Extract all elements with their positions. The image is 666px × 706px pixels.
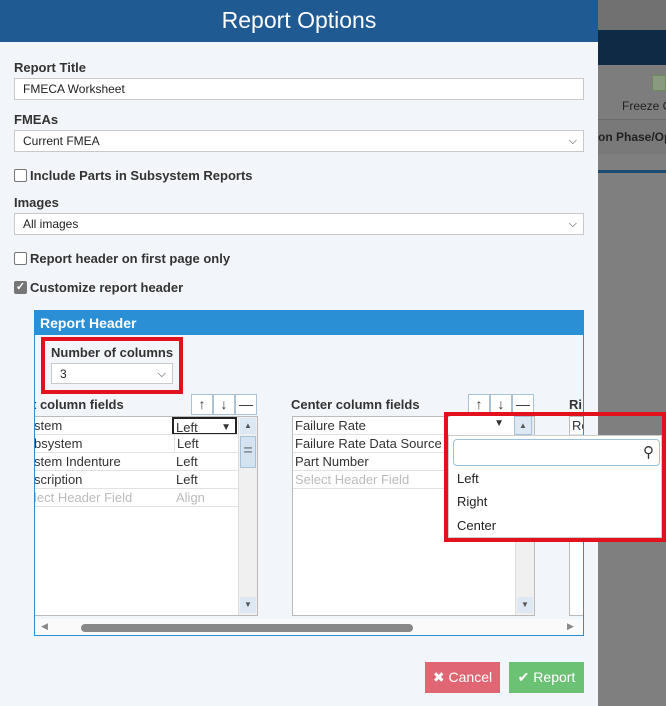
search-icon: ⚲	[643, 444, 654, 461]
checkmark-icon: ✓	[14, 281, 27, 294]
background-column-header: on Phase/Op	[598, 120, 666, 154]
background-divider	[598, 170, 666, 173]
header-first-page-checkbox[interactable]: Report header on first page only	[14, 251, 230, 266]
report-title-label: Report Title	[14, 60, 86, 75]
align-select[interactable]: Left ▼	[172, 417, 237, 435]
field-cell: Failure Rate Data Source	[295, 436, 442, 451]
field-placeholder: Select Header Field	[295, 472, 410, 487]
table-row[interactable]: stem Indenture Left	[34, 453, 239, 471]
left-column-label: t column fields	[34, 397, 124, 412]
align-cell[interactable]: Left	[174, 453, 198, 470]
fmeas-value: Current FMEA	[23, 134, 100, 148]
option-left[interactable]: Left	[457, 471, 479, 486]
cancel-label: Cancel	[448, 669, 493, 685]
table-row[interactable]: bsystem Left	[34, 435, 239, 453]
scroll-up-icon[interactable]: ▲	[240, 418, 256, 434]
left-column-table: stem Left ▼ bsystem Left stem Indenture Left…	[34, 416, 258, 616]
scroll-down-icon[interactable]: ▼	[517, 597, 533, 613]
scroll-thumb[interactable]: =	[240, 436, 256, 468]
option-center[interactable]: Center	[457, 518, 496, 533]
check-icon: ✔	[517, 669, 530, 685]
align-select-active[interactable]: ▼	[450, 416, 516, 435]
center-column-label: Center column fields	[291, 397, 420, 412]
field-cell: scription	[34, 472, 83, 487]
dropdown-arrow-icon: ▼	[494, 418, 504, 429]
freeze-icon	[652, 75, 666, 91]
report-title-input[interactable]: FMECA Worksheet	[14, 78, 584, 100]
background-app	[598, 0, 666, 30]
remove-button[interactable]: —	[235, 394, 257, 415]
report-button[interactable]: ✔ Report	[509, 662, 584, 693]
chevron-down-icon: ⌵	[568, 218, 577, 230]
field-cell: stem	[34, 418, 63, 433]
images-value: All images	[23, 217, 79, 231]
include-parts-label: Include Parts in Subsystem Reports	[30, 168, 253, 183]
table-row-placeholder[interactable]: lect Header Field Align	[34, 489, 239, 507]
scroll-down-icon[interactable]: ▼	[240, 597, 256, 613]
fmeas-label: FMEAs	[14, 112, 59, 127]
move-down-button[interactable]: ↓	[213, 394, 235, 415]
align-cell[interactable]: Left	[174, 471, 198, 488]
report-options-dialog: Report Options Report Title FMECA Worksh…	[0, 0, 598, 706]
scroll-left-icon[interactable]: ◀	[41, 621, 48, 632]
dropdown-arrow-icon: ▼	[221, 422, 231, 433]
background-navbar	[598, 30, 666, 65]
customize-header-label: Customize report header	[30, 280, 184, 295]
images-select[interactable]: All images ⌵	[14, 213, 584, 235]
close-icon: ✖	[432, 669, 445, 685]
align-placeholder: Align	[176, 490, 205, 505]
right-column-label: Ri	[569, 397, 582, 412]
option-right[interactable]: Right	[457, 494, 487, 509]
images-label: Images	[14, 195, 59, 210]
column-label: on Phase/Op	[598, 130, 666, 144]
field-cell: Failure Rate	[295, 418, 366, 433]
scroll-right-icon[interactable]: ▶	[567, 621, 574, 632]
chevron-down-icon: ⌵	[568, 135, 577, 147]
table-row[interactable]: stem Left ▼	[34, 417, 239, 435]
align-cell[interactable]: Left	[174, 435, 199, 452]
freeze-button-label: Freeze C	[622, 99, 666, 113]
fmeas-select[interactable]: Current FMEA ⌵	[14, 130, 584, 152]
checkbox-icon	[14, 169, 27, 182]
align-search-input[interactable]: ⚲	[453, 439, 660, 466]
num-columns-select[interactable]: 3 ⌵	[51, 363, 173, 384]
num-columns-value: 3	[60, 367, 67, 381]
align-value: Left	[176, 420, 198, 435]
customize-header-checkbox[interactable]: ✓ Customize report header	[14, 280, 183, 295]
table-row[interactable]: scription Left	[34, 471, 239, 489]
scroll-thumb[interactable]	[81, 624, 413, 632]
field-cell: Part Number	[295, 454, 369, 469]
chevron-down-icon: ⌵	[157, 368, 166, 380]
include-parts-checkbox[interactable]: Include Parts in Subsystem Reports	[14, 168, 253, 183]
field-cell: bsystem	[34, 436, 83, 451]
field-placeholder: lect Header Field	[34, 490, 133, 505]
num-columns-label: Number of columns	[51, 345, 174, 360]
report-header-title: Report Header	[35, 311, 583, 335]
header-first-page-label: Report header on first page only	[30, 251, 231, 266]
left-table-scrollbar[interactable]: ▲ = ▼	[238, 417, 257, 615]
checkbox-icon	[14, 252, 27, 265]
horizontal-scrollbar[interactable]: ◀ ▶	[35, 619, 583, 635]
move-up-button[interactable]: ↑	[191, 394, 213, 415]
scroll-up-icon[interactable]: ▲	[514, 416, 532, 435]
report-label: Report	[533, 669, 576, 685]
cancel-button[interactable]: ✖ Cancel	[425, 662, 500, 693]
field-cell: stem Indenture	[34, 454, 121, 469]
background-toolbar: Freeze C	[598, 65, 666, 120]
dialog-title: Report Options	[0, 0, 598, 42]
align-dropdown: ▼ ▲ ⚲ Left Right Center	[448, 416, 662, 538]
